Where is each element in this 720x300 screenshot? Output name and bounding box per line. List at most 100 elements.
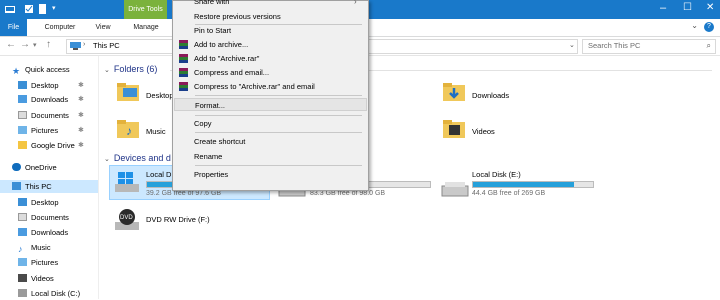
search-icon[interactable]: ⌕ <box>707 41 711 51</box>
context-menu: Share with › Restore previous versions Pi… <box>172 0 369 191</box>
pin-icon: ✱ <box>78 112 84 119</box>
menu-separator <box>195 132 362 133</box>
drive-free-space-e: 44.4 GB free of 269 GB <box>472 190 546 197</box>
new-folder-icon[interactable] <box>38 4 48 14</box>
onedrive-icon <box>12 163 21 172</box>
videos-icon <box>18 274 27 283</box>
recent-locations-icon[interactable]: ▾ <box>33 41 37 49</box>
quick-access-toolbar-dropdown-icon[interactable]: ▾ <box>52 4 56 12</box>
winrar-icon <box>179 68 188 77</box>
downloads-icon <box>18 228 27 237</box>
explorer-icon <box>5 6 15 13</box>
menu-separator <box>195 95 362 96</box>
svg-text:♪: ♪ <box>126 124 132 138</box>
menu-item-pin-to-start[interactable]: Pin to Start <box>174 24 367 37</box>
menu-item-add-to-archive-rar[interactable]: Add to "Archive.rar" <box>174 52 367 65</box>
forward-icon[interactable]: → <box>20 39 30 50</box>
sidebar-item-pc-pictures[interactable]: Pictures <box>18 257 58 269</box>
sidebar-item-pc-music[interactable]: ♪ Music <box>18 242 51 254</box>
tab-file[interactable]: File <box>0 19 27 36</box>
menu-separator <box>195 165 362 166</box>
desktop-folder-icon <box>117 83 139 101</box>
address-dropdown-icon[interactable]: ⌄ <box>569 41 575 49</box>
sidebar-item-desktop[interactable]: Desktop <box>18 80 59 92</box>
breadcrumb-chevron-icon[interactable]: › <box>83 41 85 48</box>
collapse-icon[interactable]: ⌄ <box>104 156 110 163</box>
navigation-pane: ★ Quick access Desktop ✱ Downloads ✱ Docu… <box>0 56 98 299</box>
google-drive-icon <box>18 141 27 150</box>
folder-label-downloads[interactable]: Downloads <box>472 91 509 100</box>
winrar-icon <box>179 54 188 63</box>
sidebar-item-local-disk-c[interactable]: Local Disk (C:) <box>18 288 80 300</box>
search-box[interactable]: Search This PC ⌕ <box>582 39 716 54</box>
tab-computer[interactable]: Computer <box>40 19 80 36</box>
sidebar-item-documents[interactable]: Documents <box>18 110 69 122</box>
back-icon[interactable]: ← <box>6 39 16 50</box>
submenu-arrow-icon: › <box>354 0 357 6</box>
svg-text:DVD: DVD <box>120 215 133 221</box>
pin-icon: ✱ <box>78 142 84 149</box>
drive-name-c[interactable]: Local D <box>146 170 171 179</box>
sidebar-item-this-pc[interactable]: This PC <box>12 181 52 193</box>
pictures-icon <box>18 126 27 135</box>
drive-name-e[interactable]: Local Disk (E:) <box>472 170 521 179</box>
this-pc-icon <box>70 42 81 50</box>
address-text[interactable]: This PC <box>93 41 120 50</box>
up-icon[interactable]: ↑ <box>46 39 51 50</box>
pin-icon: ✱ <box>78 96 84 103</box>
menu-item-copy[interactable]: Copy <box>174 117 367 130</box>
folder-label-videos[interactable]: Videos <box>472 127 495 136</box>
menu-item-rename[interactable]: Rename <box>174 150 367 163</box>
sidebar-item-pc-desktop[interactable]: Desktop <box>18 197 59 209</box>
menu-item-properties[interactable]: Properties <box>174 168 367 181</box>
star-icon: ★ <box>12 66 21 77</box>
dvd-drive-icon: DVD <box>115 209 139 230</box>
help-icon[interactable]: ? <box>704 22 714 32</box>
sidebar-item-pc-videos[interactable]: Videos <box>18 273 54 285</box>
winrar-icon <box>179 40 188 49</box>
drive-icon <box>18 289 27 298</box>
menu-item-compress-to-archive-rar-and-email[interactable]: Compress to "Archive.rar" and email <box>174 80 367 93</box>
maximize-icon[interactable]: ☐ <box>683 2 692 13</box>
windows-drive-icon <box>115 172 139 192</box>
sidebar-item-pc-documents[interactable]: Documents <box>18 212 69 224</box>
dvd-drive-label[interactable]: DVD RW Drive (F:) <box>146 215 210 224</box>
pane-divider <box>98 56 99 299</box>
menu-item-add-to-archive[interactable]: Add to archive... <box>174 38 367 51</box>
sidebar-item-google-drive[interactable]: Google Drive <box>18 140 75 152</box>
menu-item-compress-and-email[interactable]: Compress and email... <box>174 66 367 79</box>
devices-group-header[interactable]: ⌄ Devices and d <box>104 153 171 163</box>
downloads-folder-icon <box>443 83 465 101</box>
drive-free-space-c: 39.2 GB free of 97.6 GB <box>146 190 222 197</box>
sidebar-item-pictures[interactable]: Pictures <box>18 125 58 137</box>
menu-item-create-shortcut[interactable]: Create shortcut <box>174 135 367 148</box>
drive-usage-bar-e <box>472 181 594 188</box>
menu-item-share-with[interactable]: Share with › <box>174 0 367 8</box>
tab-manage[interactable]: Manage <box>128 19 164 36</box>
menu-separator <box>195 115 362 116</box>
properties-icon[interactable] <box>24 4 34 14</box>
music-icon: ♪ <box>18 244 23 255</box>
downloads-icon <box>18 95 27 104</box>
folder-label-music[interactable]: Music <box>146 127 166 136</box>
minimize-icon[interactable]: – <box>660 2 666 14</box>
menu-item-format[interactable]: Format... <box>174 98 367 111</box>
pictures-icon <box>18 258 27 267</box>
sidebar-item-onedrive[interactable]: OneDrive <box>12 162 57 174</box>
this-pc-icon <box>12 182 21 191</box>
close-icon[interactable]: ✕ <box>706 2 714 13</box>
drive-e-icon <box>441 182 469 197</box>
desktop-icon <box>18 81 27 90</box>
videos-folder-icon <box>443 120 465 138</box>
sidebar-item-downloads[interactable]: Downloads <box>18 94 68 106</box>
expand-ribbon-icon[interactable]: ⌄ <box>691 21 698 30</box>
tab-view[interactable]: View <box>90 19 116 36</box>
collapse-icon[interactable]: ⌄ <box>104 67 110 74</box>
pin-icon: ✱ <box>78 127 84 134</box>
sidebar-item-quick-access[interactable]: ★ Quick access <box>12 64 70 76</box>
menu-item-restore-previous-versions[interactable]: Restore previous versions <box>174 10 367 23</box>
folders-group-header[interactable]: ⌄ Folders (6) <box>104 64 157 74</box>
search-input[interactable]: Search This PC <box>588 41 640 50</box>
sidebar-item-pc-downloads[interactable]: Downloads <box>18 227 68 239</box>
folder-label-desktop[interactable]: Desktop <box>146 91 174 100</box>
